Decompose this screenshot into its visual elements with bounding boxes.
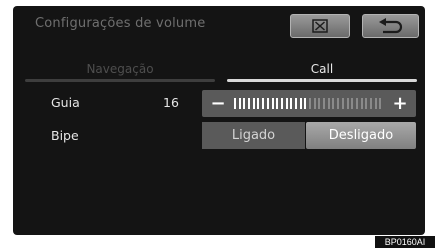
volume-tick	[248, 98, 251, 109]
volume-tick	[304, 98, 307, 109]
image-code-label: BP0160AI	[375, 236, 435, 248]
volume-tick	[365, 98, 368, 109]
close-box-icon	[312, 19, 328, 33]
volume-tick	[327, 98, 330, 109]
volume-tick	[351, 98, 354, 109]
tab-navegacao-underline	[25, 79, 215, 82]
volume-tick	[313, 98, 316, 109]
guia-value: 16	[163, 95, 179, 110]
volume-tick	[341, 98, 344, 109]
volume-tick	[285, 98, 288, 109]
tab-call[interactable]: Call	[227, 58, 417, 80]
tab-navegacao[interactable]: Navegação	[25, 58, 215, 80]
volume-tick	[234, 98, 236, 109]
volume-tick	[379, 98, 382, 109]
volume-tick	[271, 98, 274, 109]
volume-increase-button[interactable]: +	[388, 93, 412, 114]
volume-tick	[323, 98, 326, 109]
bipe-desligado-button[interactable]: Desligado	[306, 122, 416, 149]
volume-tick	[360, 98, 363, 109]
volume-tick	[257, 98, 260, 109]
volume-tick	[290, 98, 293, 109]
bipe-ligado-button[interactable]: Ligado	[202, 122, 305, 149]
volume-level-bar[interactable]	[234, 98, 384, 109]
volume-tick	[346, 98, 349, 109]
volume-tick	[266, 98, 269, 109]
volume-tick	[262, 98, 265, 109]
guia-volume-slider: − +	[202, 90, 416, 117]
close-button[interactable]	[290, 14, 350, 38]
bipe-label: Bipe	[51, 128, 79, 143]
volume-tick	[243, 98, 246, 109]
volume-tick	[332, 98, 335, 109]
volume-tick	[318, 98, 321, 109]
volume-tick	[252, 98, 255, 109]
volume-tick	[238, 98, 241, 109]
volume-tick	[337, 98, 340, 109]
guia-label: Guia	[51, 95, 80, 110]
volume-tick	[276, 98, 279, 109]
return-arrow-icon	[378, 18, 402, 34]
back-button[interactable]	[362, 14, 419, 38]
volume-settings-screen: Configurações de volume Navegação Call G…	[13, 6, 425, 235]
volume-tick	[355, 98, 358, 109]
volume-decrease-button[interactable]: −	[206, 93, 230, 114]
volume-tick	[294, 98, 297, 109]
page-title: Configurações de volume	[35, 16, 206, 31]
volume-tick	[374, 98, 377, 109]
volume-tick	[369, 98, 372, 109]
volume-tick	[309, 98, 311, 109]
volume-tick	[280, 98, 283, 109]
tab-call-underline	[227, 79, 417, 82]
volume-tick	[299, 98, 302, 109]
